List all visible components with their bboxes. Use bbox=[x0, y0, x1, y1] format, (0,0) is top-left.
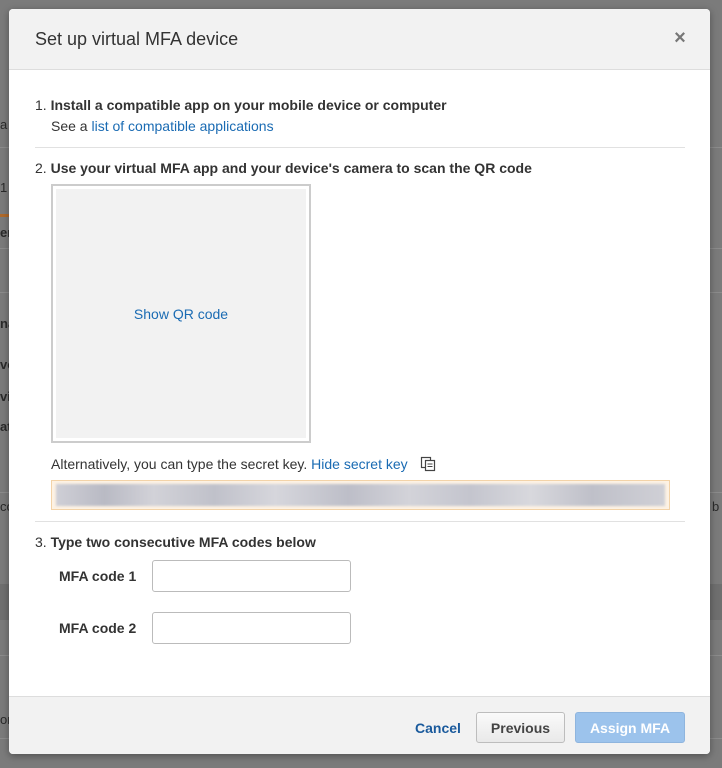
secret-key-value: ••••••••••••••••••••••••••••••••••••••••… bbox=[56, 484, 665, 506]
background-text: 1 bbox=[0, 180, 8, 195]
step-2-number: 2. bbox=[35, 160, 47, 176]
step-3-title: 3. Type two consecutive MFA codes below bbox=[35, 534, 316, 550]
step-1-number: 1. bbox=[35, 97, 47, 113]
mfa-code-1-label: MFA code 1 bbox=[59, 568, 137, 584]
cancel-button[interactable]: Cancel bbox=[405, 712, 471, 743]
step-3-number: 3. bbox=[35, 534, 47, 550]
step-1-description: See a list of compatible applications bbox=[51, 118, 274, 134]
copy-icon[interactable] bbox=[420, 456, 436, 475]
show-qr-code-link[interactable]: Show QR code bbox=[53, 306, 309, 322]
dialog-header: Set up virtual MFA device × bbox=[9, 9, 710, 70]
step-divider bbox=[35, 521, 685, 522]
background-text: b bbox=[712, 499, 720, 514]
previous-button[interactable]: Previous bbox=[476, 712, 565, 743]
qr-code-area: Show QR code bbox=[51, 184, 311, 443]
step-1-text: Install a compatible app on your mobile … bbox=[50, 97, 447, 113]
close-icon[interactable]: × bbox=[672, 28, 688, 48]
step-3-text: Type two consecutive MFA codes below bbox=[50, 534, 316, 550]
dialog-footer: Cancel Previous Assign MFA bbox=[9, 696, 710, 754]
mfa-code-2-label: MFA code 2 bbox=[59, 620, 137, 636]
background-text: a bbox=[0, 117, 8, 132]
mfa-code-1-input[interactable] bbox=[152, 560, 351, 592]
secret-key-hint: Alternatively, you can type the secret k… bbox=[51, 456, 436, 475]
step-divider bbox=[35, 147, 685, 148]
step-2-title: 2. Use your virtual MFA app and your dev… bbox=[35, 160, 532, 176]
mfa-setup-dialog: Set up virtual MFA device × 1. Install a… bbox=[9, 9, 710, 754]
assign-mfa-button[interactable]: Assign MFA bbox=[575, 712, 685, 743]
secret-key-hint-text: Alternatively, you can type the secret k… bbox=[51, 456, 308, 473]
step-2-text: Use your virtual MFA app and your device… bbox=[50, 160, 532, 176]
step-1-title: 1. Install a compatible app on your mobi… bbox=[35, 97, 447, 113]
dialog-title: Set up virtual MFA device bbox=[35, 29, 239, 49]
hide-secret-key-link[interactable]: Hide secret key bbox=[311, 456, 407, 472]
compatible-apps-link[interactable]: list of compatible applications bbox=[91, 118, 273, 134]
step-1-sub-prefix: See a bbox=[51, 118, 88, 134]
mfa-code-2-input[interactable] bbox=[152, 612, 351, 644]
secret-key-field[interactable]: ••••••••••••••••••••••••••••••••••••••••… bbox=[51, 480, 670, 510]
